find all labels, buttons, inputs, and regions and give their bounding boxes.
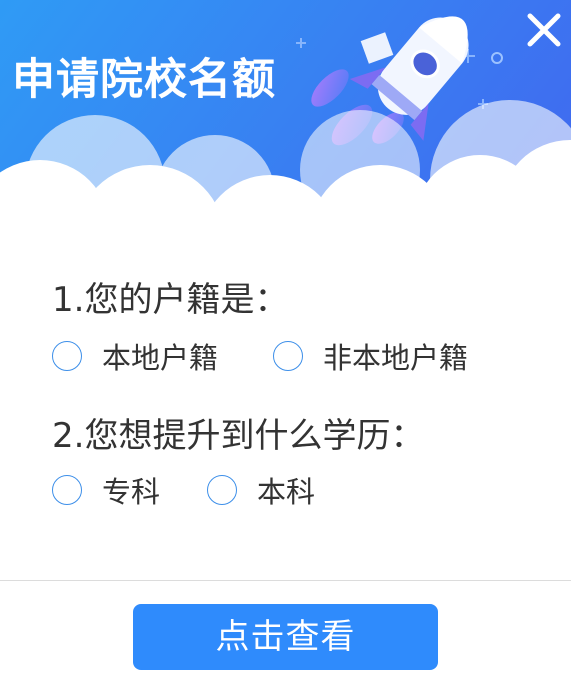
option-local-registration[interactable]: 本地户籍 <box>52 336 218 376</box>
radio-icon[interactable] <box>52 341 82 371</box>
question-household-registration: 1.您的户籍是： <box>52 280 289 320</box>
radio-icon[interactable] <box>207 475 237 505</box>
option-non-local-registration[interactable]: 非本地户籍 <box>273 336 468 376</box>
option-bachelor[interactable]: 本科 <box>207 470 315 510</box>
radio-icon[interactable] <box>273 341 303 371</box>
option-junior-college[interactable]: 专科 <box>52 470 160 510</box>
option-label: 非本地户籍 <box>323 341 469 375</box>
dialog-header: 申请院校名额 <box>0 0 571 300</box>
view-button[interactable]: 点击查看 <box>133 604 438 670</box>
footer-divider <box>0 580 571 581</box>
option-label: 专科 <box>102 475 161 509</box>
option-label: 本地户籍 <box>102 341 219 375</box>
application-dialog: 申请院校名额 1.您的户籍是： 本地户籍 非本地户籍 2.您想提升到什么学历： … <box>0 0 571 692</box>
radio-icon[interactable] <box>52 475 82 505</box>
header-illustration <box>0 0 571 300</box>
option-label: 本科 <box>257 475 316 509</box>
question-target-degree: 2.您想提升到什么学历： <box>52 416 425 456</box>
dialog-title: 申请院校名额 <box>12 55 276 105</box>
close-icon[interactable] <box>522 8 566 52</box>
